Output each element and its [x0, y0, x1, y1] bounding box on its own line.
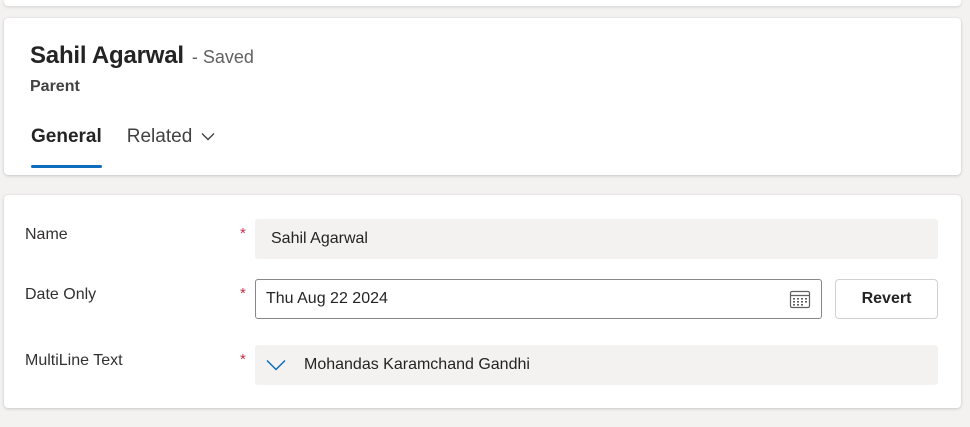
field-label-name: Name: [25, 226, 68, 243]
previous-card-edge: [4, 0, 961, 6]
record-title: Sahil Agarwal: [30, 42, 184, 69]
required-indicator: *: [240, 225, 246, 242]
field-label-multiline-text: MultiLine Text: [25, 352, 123, 369]
tab-related[interactable]: Related: [127, 122, 216, 168]
save-status: - Saved: [191, 47, 254, 67]
tab-list: General Related: [31, 122, 240, 168]
field-label-date-only: Date Only: [25, 286, 97, 303]
revert-button[interactable]: Revert: [835, 279, 938, 319]
name-value: Sahil Agarwal: [271, 230, 368, 247]
date-value: Thu Aug 22 2024: [266, 290, 388, 307]
title-row: Sahil Agarwal - Saved: [30, 42, 254, 70]
multiline-text-input[interactable]: Mohandas Karamchand Gandhi: [255, 345, 938, 385]
record-header: Sahil Agarwal - Saved Parent General Rel…: [4, 18, 961, 175]
entity-name: Parent: [30, 78, 80, 95]
active-tab-indicator: [31, 165, 102, 168]
multiline-text-value: Mohandas Karamchand Gandhi: [304, 356, 530, 373]
tab-label: Related: [126, 126, 193, 147]
tab-label: General: [31, 126, 102, 147]
form-section: Name * Sahil Agarwal Date Only * Thu Aug…: [4, 195, 961, 408]
name-input[interactable]: Sahil Agarwal: [255, 219, 938, 259]
required-indicator: *: [240, 285, 246, 302]
tab-general[interactable]: General: [31, 122, 102, 168]
chevron-down-icon[interactable]: [266, 359, 286, 371]
required-indicator: *: [240, 351, 246, 368]
chevron-down-icon: [201, 133, 215, 141]
calendar-icon[interactable]: [789, 289, 811, 309]
date-only-input[interactable]: Thu Aug 22 2024: [255, 279, 822, 319]
